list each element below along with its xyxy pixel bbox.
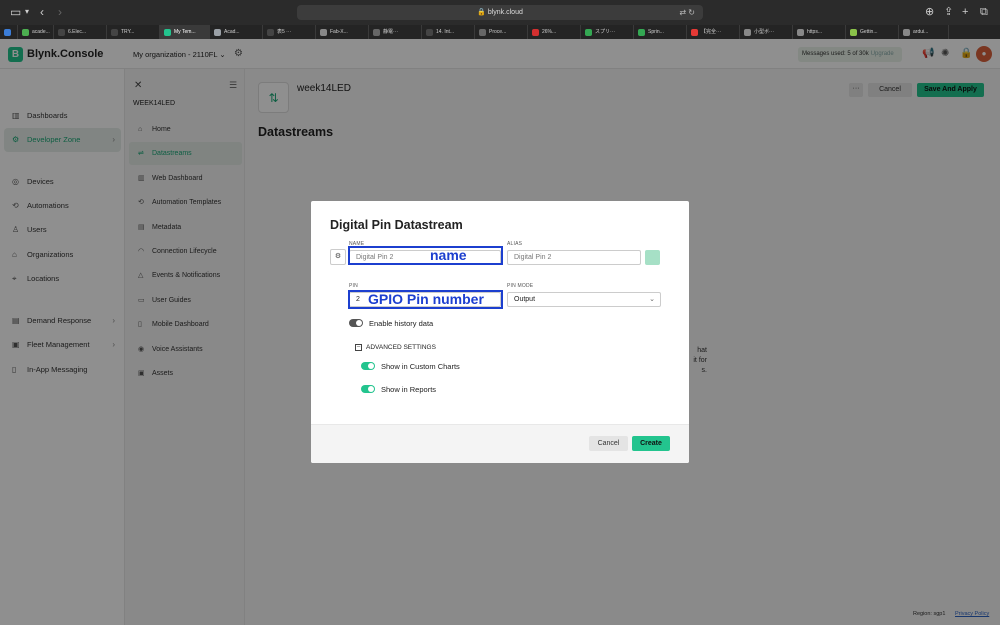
history-label: Enable history data bbox=[369, 319, 434, 328]
tab-bar: acade... 6.Elec... TRY... My Tem... Acad... 表… bbox=[0, 25, 1000, 39]
tab-overview-icon[interactable]: ⧉ bbox=[980, 5, 988, 19]
chevron-down-icon: ⌄ bbox=[649, 296, 655, 303]
name-annotation-box bbox=[348, 246, 503, 265]
browser-toolbar: ▭ ▾ ‹ › 🔒 blynk.cloud ⇄ ↻ ⊕ ⇪ + ⧉ bbox=[0, 0, 1000, 25]
pin-mode-value: Output bbox=[514, 296, 536, 303]
browser-tab[interactable]: 小型ボ··· bbox=[740, 25, 793, 39]
alias-label: ALIAS bbox=[507, 241, 523, 247]
tab-label: Gettin... bbox=[860, 29, 878, 35]
reports-label: Show in Reports bbox=[381, 385, 437, 394]
browser-tab[interactable]: TRY... bbox=[107, 25, 160, 39]
tab-label: Proce... bbox=[489, 29, 507, 35]
browser-tab[interactable]: 14. Int... bbox=[422, 25, 475, 39]
browser-tab[interactable]: 表5 ··· bbox=[263, 25, 316, 39]
tab-label: Sprin... bbox=[648, 29, 664, 35]
datastream-icon-picker[interactable]: ⚙ bbox=[330, 249, 346, 265]
browser-tab[interactable]: Gettin... bbox=[846, 25, 899, 39]
download-icon[interactable]: ⊕ bbox=[925, 5, 934, 19]
tab-favicon-icon bbox=[797, 28, 804, 36]
history-toggle[interactable] bbox=[349, 319, 363, 327]
tab-favicon-icon bbox=[426, 28, 433, 36]
tab-favicon-icon bbox=[267, 28, 274, 36]
tab-favicon-icon bbox=[22, 28, 29, 36]
browser-tab[interactable]: ardui... bbox=[899, 25, 949, 39]
browser-tab[interactable]: 6.Elec... bbox=[54, 25, 107, 39]
tab-label: 表5 ··· bbox=[277, 29, 292, 35]
pin-mode-label: PIN MODE bbox=[507, 283, 534, 289]
browser-tab[interactable]: My Tem... bbox=[160, 25, 210, 39]
tab-favicon-icon bbox=[479, 28, 486, 36]
browser-tab[interactable]: Sprin... bbox=[634, 25, 687, 39]
tab-favicon-icon bbox=[903, 28, 910, 36]
custom-charts-toggle[interactable] bbox=[361, 362, 375, 370]
browser-tab[interactable]: 静電··· bbox=[369, 25, 422, 39]
tab-label: 【完全··· bbox=[701, 29, 721, 35]
browser-tab[interactable]: 26%... bbox=[528, 25, 581, 39]
tab-label: 静電··· bbox=[383, 29, 398, 35]
collapse-icon[interactable]: – bbox=[355, 344, 362, 351]
advanced-settings-label[interactable]: ADVANCED SETTINGS bbox=[366, 344, 436, 351]
browser-tab[interactable]: https... bbox=[793, 25, 846, 39]
tab-favicon-icon bbox=[638, 28, 645, 36]
tab-label: https... bbox=[807, 29, 823, 35]
translate-reload-icons[interactable]: ⇄ ↻ bbox=[679, 5, 695, 20]
browser-tab[interactable] bbox=[0, 25, 18, 39]
share-icon[interactable]: ⇪ bbox=[944, 5, 953, 19]
datastream-dialog: Digital Pin Datastream ⚙ NAME Digital Pi… bbox=[311, 201, 689, 463]
reports-toggle[interactable] bbox=[361, 385, 375, 393]
browser-tab[interactable]: Proce... bbox=[475, 25, 528, 39]
address-bar[interactable]: 🔒 blynk.cloud ⇄ ↻ bbox=[297, 5, 703, 20]
toggle-knob bbox=[368, 386, 374, 392]
browser-tab[interactable]: Fab-X... bbox=[316, 25, 369, 39]
browser-tab[interactable]: 【完全··· bbox=[687, 25, 740, 39]
tab-label: スプリ··· bbox=[595, 29, 615, 35]
url-text: blynk.cloud bbox=[487, 9, 523, 16]
tab-label: 26%... bbox=[542, 29, 557, 35]
create-button[interactable]: Create bbox=[632, 436, 670, 451]
sidebar-toggle-icon[interactable]: ▭ bbox=[10, 5, 21, 19]
forward-icon[interactable]: › bbox=[58, 5, 62, 19]
browser-tab[interactable]: Acad... bbox=[210, 25, 263, 39]
tab-favicon-icon bbox=[320, 28, 327, 36]
tab-favicon-icon bbox=[691, 28, 698, 36]
tab-label: 14. Int... bbox=[436, 29, 455, 35]
tab-favicon-icon bbox=[58, 28, 65, 36]
back-icon[interactable]: ‹ bbox=[40, 5, 44, 19]
tab-favicon-icon bbox=[111, 28, 118, 36]
tab-label: 小型ボ··· bbox=[754, 29, 774, 35]
name-annotation-text: name bbox=[430, 247, 467, 263]
lock-icon: 🔒 bbox=[477, 9, 486, 16]
tab-favicon-icon bbox=[373, 28, 380, 36]
toggle-knob bbox=[356, 320, 362, 326]
color-picker[interactable] bbox=[645, 250, 660, 265]
new-tab-icon[interactable]: + bbox=[962, 5, 968, 19]
dialog-cancel-button[interactable]: Cancel bbox=[589, 436, 628, 451]
tab-favicon-icon bbox=[164, 28, 171, 36]
tab-label: My Tem... bbox=[174, 29, 196, 35]
tab-favicon-icon bbox=[850, 28, 857, 36]
custom-charts-label: Show in Custom Charts bbox=[381, 362, 460, 371]
tab-label: ardui... bbox=[913, 29, 929, 35]
tab-favicon-icon bbox=[532, 28, 539, 36]
tab-label: acade... bbox=[32, 29, 50, 35]
tab-favicon-icon bbox=[744, 28, 751, 36]
browser-tab[interactable]: acade... bbox=[18, 25, 54, 39]
tab-label: TRY... bbox=[121, 29, 135, 35]
tab-label: Fab-X... bbox=[330, 29, 348, 35]
tab-favicon-icon bbox=[585, 28, 592, 36]
browser-tab[interactable]: スプリ··· bbox=[581, 25, 634, 39]
alias-field[interactable]: Digital Pin 2 bbox=[507, 250, 641, 265]
pin-annotation-text: GPIO Pin number bbox=[368, 291, 484, 307]
tab-label: 6.Elec... bbox=[68, 29, 87, 35]
pin-label: PIN bbox=[349, 283, 358, 289]
chevron-down-icon[interactable]: ▾ bbox=[25, 5, 29, 19]
tab-label: Acad... bbox=[224, 29, 240, 35]
dialog-footer: Cancel Create bbox=[311, 424, 689, 463]
toggle-knob bbox=[368, 363, 374, 369]
tab-favicon-icon bbox=[214, 28, 221, 36]
tab-favicon-icon bbox=[4, 28, 11, 36]
pin-mode-select[interactable]: Output ⌄ bbox=[507, 292, 661, 307]
dialog-title: Digital Pin Datastream bbox=[330, 218, 463, 232]
